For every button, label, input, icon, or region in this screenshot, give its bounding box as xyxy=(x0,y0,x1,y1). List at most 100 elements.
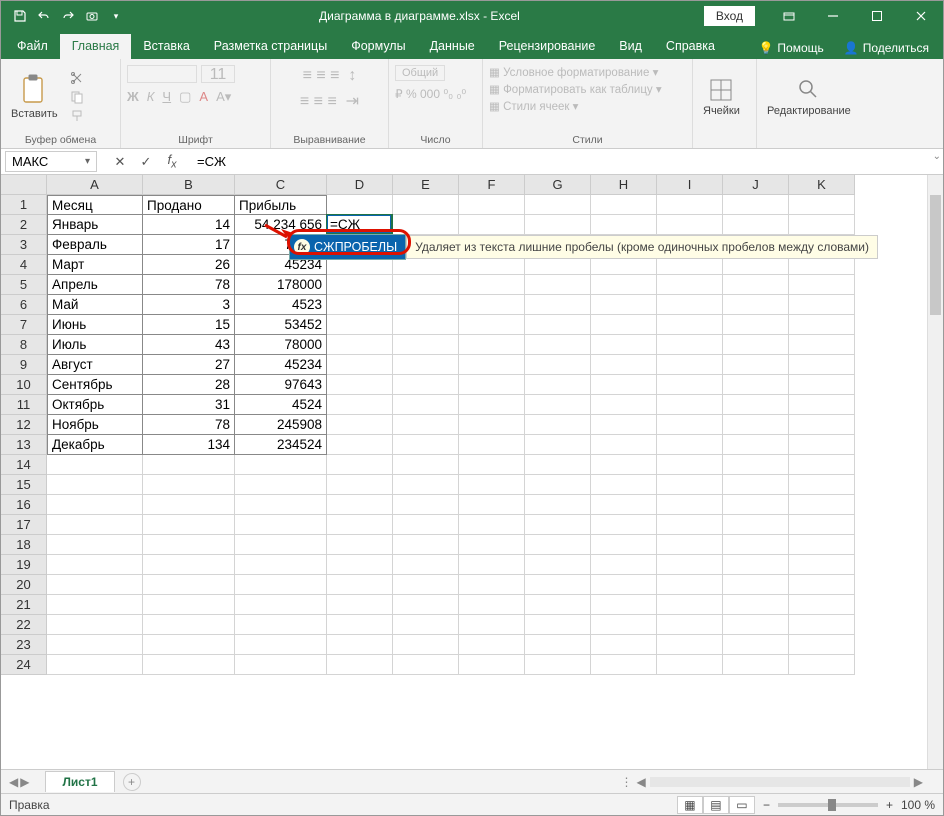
cell[interactable] xyxy=(393,335,459,355)
column-header[interactable]: K xyxy=(789,175,855,195)
row-header[interactable]: 23 xyxy=(1,635,47,655)
cell[interactable]: 53452 xyxy=(235,315,327,335)
cell[interactable]: Продано xyxy=(143,195,235,215)
cell[interactable] xyxy=(235,475,327,495)
cell[interactable] xyxy=(591,195,657,215)
cell[interactable] xyxy=(657,415,723,435)
row-header[interactable]: 17 xyxy=(1,515,47,535)
column-header[interactable]: E xyxy=(393,175,459,195)
cell[interactable] xyxy=(327,595,393,615)
cell[interactable] xyxy=(723,495,789,515)
cell[interactable] xyxy=(525,455,591,475)
cell[interactable] xyxy=(657,555,723,575)
cell[interactable] xyxy=(657,295,723,315)
cell[interactable] xyxy=(459,575,525,595)
cell[interactable] xyxy=(657,215,723,235)
cell[interactable] xyxy=(459,475,525,495)
cell[interactable] xyxy=(525,615,591,635)
column-header[interactable]: C xyxy=(235,175,327,195)
cell[interactable] xyxy=(723,215,789,235)
cell[interactable] xyxy=(789,395,855,415)
row-header[interactable]: 18 xyxy=(1,535,47,555)
cell[interactable] xyxy=(657,515,723,535)
cell[interactable] xyxy=(459,215,525,235)
cell[interactable] xyxy=(723,395,789,415)
cell[interactable] xyxy=(327,315,393,335)
zoom-out-icon[interactable]: − xyxy=(763,798,770,812)
cell[interactable]: 134 xyxy=(143,435,235,455)
cell[interactable] xyxy=(393,355,459,375)
cell[interactable] xyxy=(459,555,525,575)
cell[interactable]: 14 xyxy=(143,215,235,235)
cell[interactable] xyxy=(525,635,591,655)
cell[interactable] xyxy=(327,375,393,395)
number-format-dropdown[interactable]: Общий xyxy=(395,65,445,81)
column-header[interactable]: H xyxy=(591,175,657,195)
tab-review[interactable]: Рецензирование xyxy=(487,34,608,59)
cell[interactable] xyxy=(393,315,459,335)
cell[interactable] xyxy=(657,575,723,595)
cell[interactable]: 15 xyxy=(143,315,235,335)
cell[interactable] xyxy=(459,375,525,395)
tab-data[interactable]: Данные xyxy=(418,34,487,59)
cell[interactable] xyxy=(723,315,789,335)
cell[interactable] xyxy=(235,635,327,655)
tell-me-button[interactable]: 💡Помощь xyxy=(748,37,833,59)
cell-styles-button[interactable]: ▦ Стили ячеек ▾ xyxy=(489,99,578,113)
cell[interactable] xyxy=(327,535,393,555)
share-button[interactable]: 👤Поделиться xyxy=(834,37,939,59)
cell[interactable] xyxy=(591,335,657,355)
cell[interactable]: 27 xyxy=(143,355,235,375)
row-header[interactable]: 20 xyxy=(1,575,47,595)
row-header[interactable]: 3 xyxy=(1,235,47,255)
cell[interactable] xyxy=(327,615,393,635)
sheet-nav-prev-icon[interactable]: ◀ xyxy=(9,775,18,789)
cell[interactable] xyxy=(525,535,591,555)
cell[interactable] xyxy=(327,195,393,215)
cell[interactable] xyxy=(393,215,459,235)
cell[interactable] xyxy=(789,335,855,355)
cell[interactable] xyxy=(789,435,855,455)
column-header[interactable]: A xyxy=(47,175,143,195)
cell[interactable] xyxy=(591,495,657,515)
cell[interactable] xyxy=(235,455,327,475)
tab-home[interactable]: Главная xyxy=(60,34,132,59)
cell[interactable] xyxy=(789,615,855,635)
undo-icon[interactable] xyxy=(33,5,55,27)
cell[interactable] xyxy=(591,615,657,635)
row-header[interactable]: 24 xyxy=(1,655,47,675)
redo-icon[interactable] xyxy=(57,5,79,27)
cell[interactable] xyxy=(393,475,459,495)
cell[interactable]: Прибыль xyxy=(235,195,327,215)
cell[interactable] xyxy=(47,615,143,635)
new-sheet-button[interactable]: + xyxy=(123,773,141,791)
cell[interactable] xyxy=(525,315,591,335)
cell[interactable] xyxy=(525,415,591,435)
column-header[interactable]: B xyxy=(143,175,235,195)
cell[interactable] xyxy=(657,455,723,475)
ribbon-display-icon[interactable] xyxy=(767,1,811,31)
cell[interactable] xyxy=(723,475,789,495)
conditional-formatting-button[interactable]: ▦ Условное форматирование ▾ xyxy=(489,65,658,79)
column-header[interactable]: J xyxy=(723,175,789,195)
italic-button[interactable]: К xyxy=(147,89,155,105)
row-header[interactable]: 13 xyxy=(1,435,47,455)
editing-button[interactable]: Редактирование xyxy=(763,73,855,121)
cell[interactable] xyxy=(327,635,393,655)
cell[interactable] xyxy=(393,375,459,395)
formula-input[interactable]: =СЖ xyxy=(191,154,943,169)
cell[interactable] xyxy=(143,595,235,615)
cell[interactable] xyxy=(143,475,235,495)
cell[interactable] xyxy=(723,275,789,295)
cell[interactable] xyxy=(723,295,789,315)
cell[interactable] xyxy=(657,355,723,375)
cell[interactable] xyxy=(591,555,657,575)
cell[interactable] xyxy=(525,355,591,375)
minimize-icon[interactable] xyxy=(811,1,855,31)
cell[interactable] xyxy=(723,455,789,475)
cell[interactable] xyxy=(393,655,459,675)
cell[interactable]: Сентябрь xyxy=(47,375,143,395)
row-header[interactable]: 2 xyxy=(1,215,47,235)
worksheet-grid[interactable]: ABCDEFGHIJK 1234567891011121314151617181… xyxy=(1,175,943,769)
row-header[interactable]: 16 xyxy=(1,495,47,515)
